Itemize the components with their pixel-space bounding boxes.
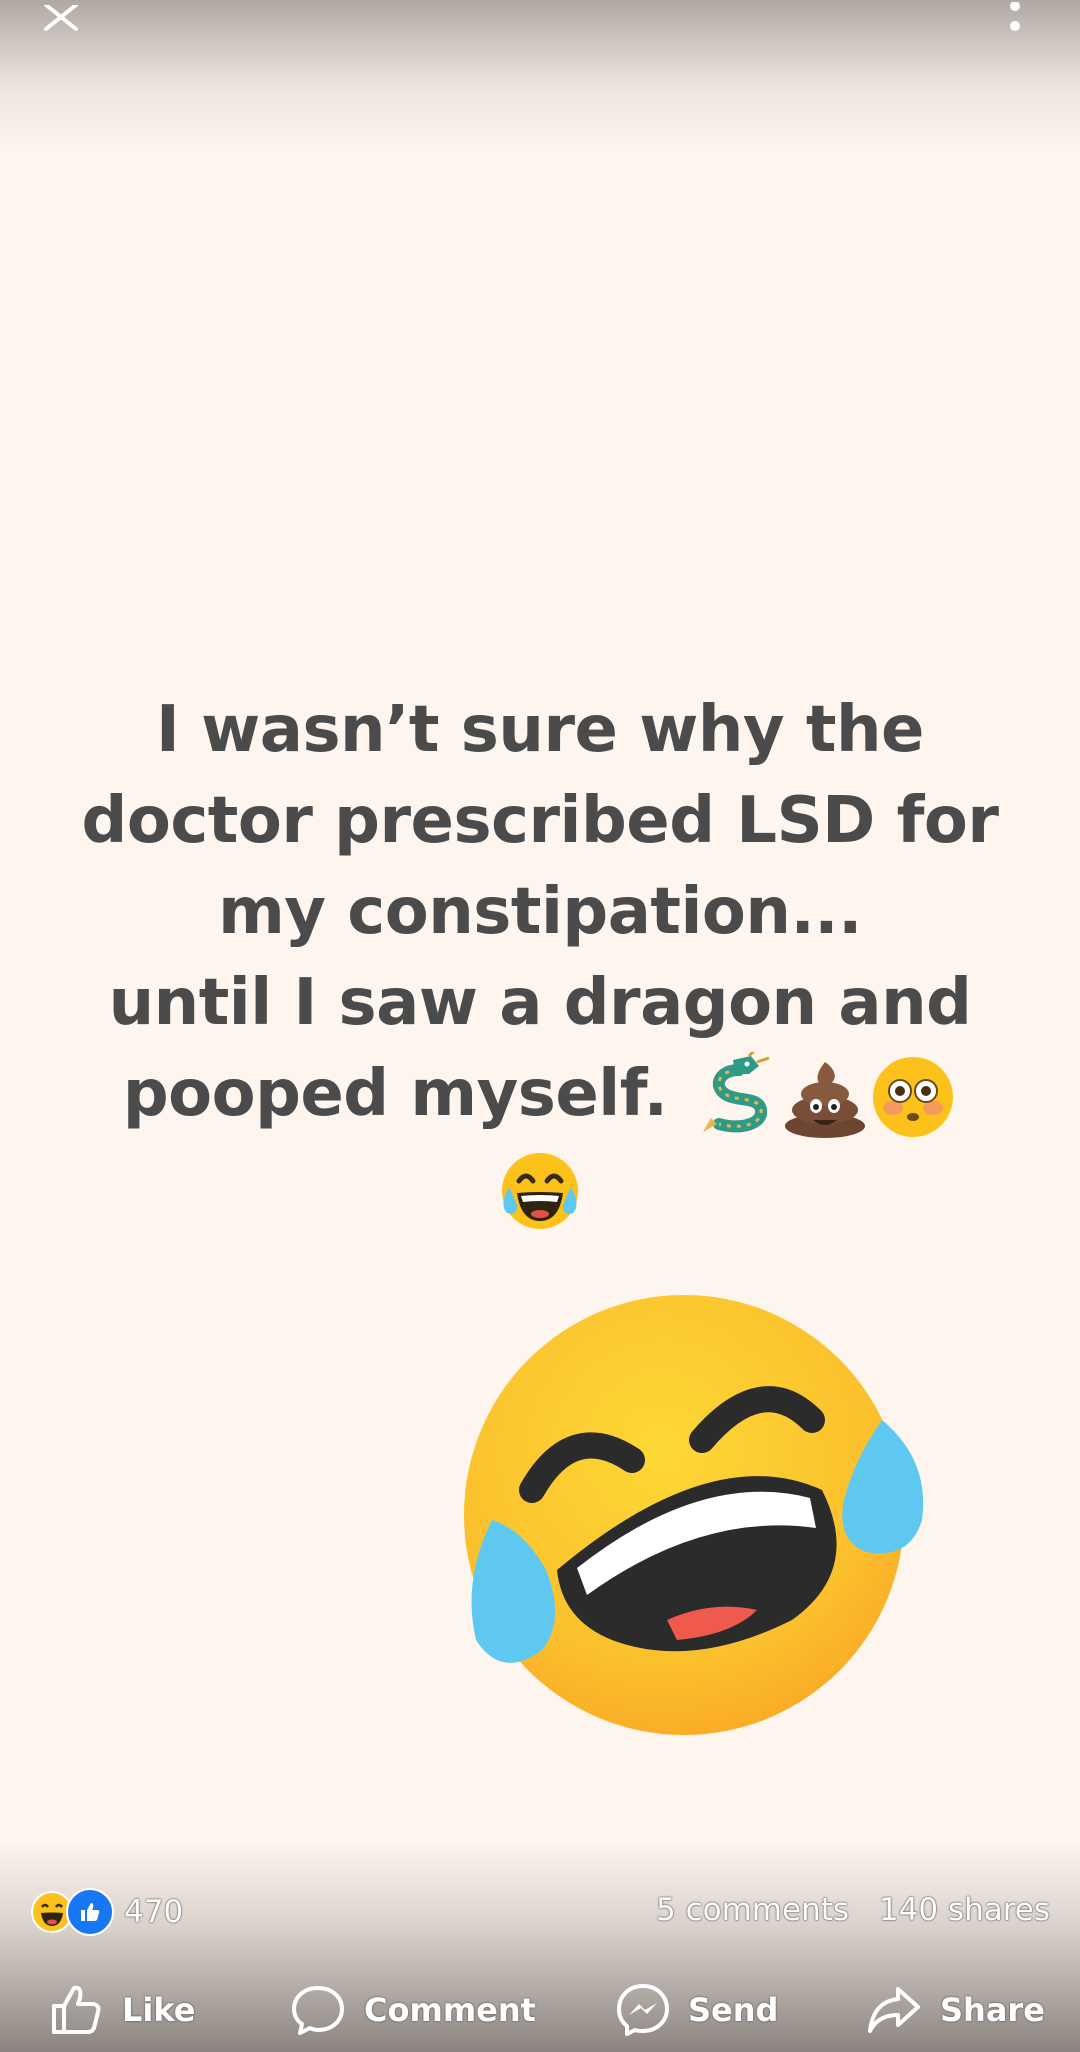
more-options-icon (1010, 2, 1020, 31)
post-line: my constipation... (218, 875, 862, 949)
close-button[interactable] (26, 0, 100, 40)
post-line-with-emojis: pooped myself. (60, 1049, 1020, 1142)
top-overlay (0, 0, 1080, 150)
send-button[interactable]: Send (616, 1975, 778, 2045)
send-label: Send (688, 1991, 779, 2029)
comment-button[interactable]: Comment (290, 1975, 536, 2045)
comment-label: Comment (364, 1991, 536, 2029)
comments-count[interactable]: 5 comments (656, 1892, 849, 1928)
dragon-emoji (703, 1052, 770, 1133)
reactions-summary[interactable]: 470 (30, 1888, 183, 1936)
messenger-icon (617, 1984, 669, 2036)
share-arrow-icon (868, 1987, 920, 2033)
post-line: I wasn’t sure why the (156, 693, 924, 767)
share-button[interactable]: Share (866, 1975, 1045, 2045)
post-line: doctor prescribed LSD for (81, 784, 999, 858)
more-options-button[interactable] (990, 0, 1040, 40)
thumbs-up-icon (52, 1985, 101, 2034)
flushed-face-emoji (873, 1057, 954, 1138)
engagement-counts: 5 comments 140 shares (636, 1892, 1050, 1928)
comment-bubble-icon (292, 1986, 344, 2035)
post-stats: 470 5 comments 140 shares (30, 1888, 1050, 1938)
post-text: I wasn’t sure why the doctor prescribed … (60, 685, 1020, 1235)
tears-of-joy-emoji (464, 1295, 924, 1735)
tears-of-joy-emoji (502, 1152, 578, 1229)
post-line: until I saw a dragon and (108, 966, 972, 1040)
action-bar: Like Comment Send Share (0, 1975, 1080, 2045)
like-button[interactable]: Like (50, 1975, 195, 2045)
share-label: Share (940, 1991, 1045, 2029)
reaction-count: 470 (124, 1894, 184, 1930)
post-line-emoji (60, 1142, 1020, 1234)
poop-emoji (785, 1062, 866, 1139)
like-label: Like (122, 1991, 196, 2029)
post-line: pooped myself. (122, 1057, 668, 1131)
shares-count[interactable]: 140 shares (879, 1892, 1050, 1928)
like-reaction-icon (66, 1888, 114, 1936)
close-icon (44, 5, 78, 31)
